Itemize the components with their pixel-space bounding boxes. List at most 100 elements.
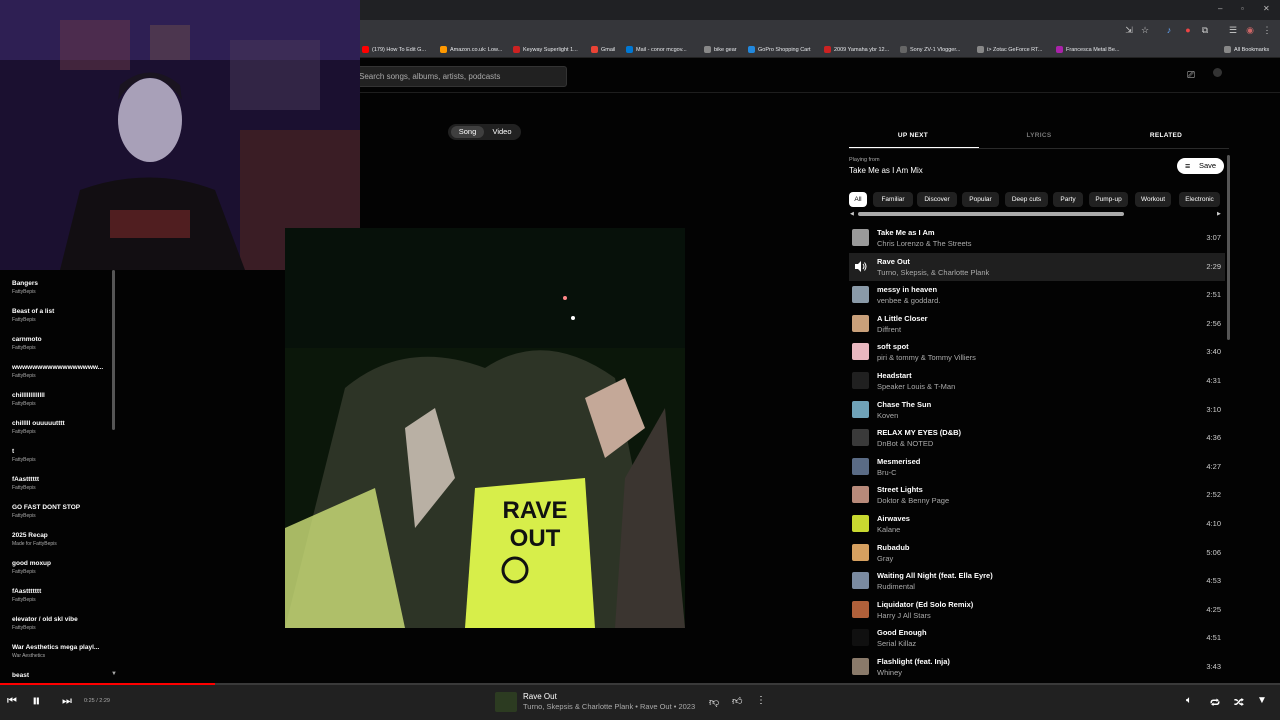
queue-row[interactable]: soft spot piri & tommy & Tommy Villiers 3:… — [849, 338, 1225, 366]
expand-player-icon[interactable]: ▼ — [1257, 695, 1267, 706]
kebab-menu-icon[interactable]: ⋮ — [1262, 25, 1272, 35]
bookmark-item[interactable]: All Bookmarks — [1224, 46, 1269, 53]
queue-row[interactable]: messy in heaven venbee & goddard. 2:51 — [849, 281, 1225, 309]
maximize-icon[interactable]: ▫ — [1241, 4, 1244, 13]
now-playing-title[interactable]: Rave Out — [523, 692, 557, 701]
tab-related[interactable]: RELATED — [1102, 132, 1230, 139]
sidebar-playlist-item[interactable]: wwwwwwwwwwwwwwwww... FattyBepis — [12, 364, 108, 379]
chip-workout[interactable]: Workout — [1135, 192, 1171, 207]
tab-up-next[interactable]: UP NEXT — [849, 132, 977, 139]
queue-artist[interactable]: Gray — [877, 554, 893, 563]
queue-row[interactable]: Good Enough Serial Killaz 4:51 — [849, 624, 1225, 652]
now-playing-meta[interactable]: Turno, Skepsis & Charlotte Plank • Rave … — [523, 702, 695, 711]
chip-popular[interactable]: Popular — [962, 192, 999, 207]
bookmark-item[interactable]: 2009 Yamaha ybr 12... — [824, 46, 889, 53]
cast-icon[interactable]: ⎚ — [1187, 70, 1195, 81]
toggle-song[interactable]: Song — [451, 126, 484, 138]
chips-scroll-right-icon[interactable]: ▶ — [1217, 211, 1221, 217]
sidebar-scroll-down-icon[interactable]: ▼ — [111, 671, 117, 677]
queue-artist[interactable]: Chris Lorenzo & The Streets — [877, 239, 972, 248]
previous-icon[interactable]: ⏮ — [7, 695, 17, 708]
avatar[interactable] — [1213, 68, 1222, 77]
profile-icon[interactable]: ◉ — [1245, 25, 1255, 35]
sidebar-playlist-item[interactable]: Bangers FattyBepis — [12, 280, 108, 295]
sidebar-playlist-item[interactable]: fAasttttttt FattyBepis — [12, 588, 108, 603]
queue-row[interactable]: Airwaves Kalane 4:10 — [849, 510, 1225, 538]
bookmark-item[interactable]: i> Zotac GeForce RT... — [977, 46, 1042, 53]
queue-artist[interactable]: Turno, Skepsis, & Charlotte Plank — [877, 268, 989, 277]
chips-scrollbar[interactable] — [858, 212, 1124, 216]
install-icon[interactable]: ⇲ — [1124, 25, 1134, 35]
queue-row[interactable]: Liquidator (Ed Solo Remix) Harry J All St… — [849, 596, 1225, 624]
bookmark-item[interactable]: GoPro Shopping Cart — [748, 46, 811, 53]
chip-electronic[interactable]: Electronic — [1179, 192, 1220, 207]
volume-icon[interactable]: 🔈︎ — [1186, 695, 1192, 706]
queue-artist[interactable]: Harry J All Stars — [877, 611, 931, 620]
sidebar-scrollbar[interactable] — [112, 270, 115, 430]
queue-artist[interactable]: Speaker Louis & T-Man — [877, 382, 955, 391]
queue-artist[interactable]: piri & tommy & Tommy Villiers — [877, 353, 976, 362]
bookmark-star-icon[interactable]: ☆ — [1140, 25, 1150, 35]
sidebar-playlist-item[interactable]: carnmoto FattyBepis — [12, 336, 108, 351]
save-button[interactable]: ≡ Save — [1177, 158, 1224, 174]
chip-all[interactable]: All — [849, 192, 867, 207]
queue-row[interactable]: Mesmerised Bru-C 4:27 — [849, 453, 1225, 481]
chip-familiar[interactable]: Familiar — [873, 192, 913, 207]
queue-row[interactable]: Headstart Speaker Louis & T-Man 4:31 — [849, 367, 1225, 395]
next-icon[interactable]: ⏭ — [62, 695, 72, 708]
bookmark-item[interactable]: (179) How To Edit G... — [362, 46, 426, 53]
sidebar-playlist-item[interactable]: 2025 Recap Made for FattyBepis — [12, 532, 108, 547]
extension-red-icon[interactable]: ● — [1183, 25, 1193, 35]
sidebar-playlist-item[interactable]: elevator / old skl vibe FattyBepis — [12, 616, 108, 631]
extensions-icon[interactable]: ⧉ — [1200, 25, 1210, 35]
queue-artist[interactable]: Doktor & Benny Page — [877, 496, 949, 505]
sidebar-playlist-item[interactable]: t FattyBepis — [12, 448, 108, 463]
queue-row[interactable]: Waiting All Night (feat. Ella Eyre) Rudim… — [849, 567, 1225, 595]
sidebar-playlist-item[interactable]: GO FAST DONT STOP FattyBepis — [12, 504, 108, 519]
dislike-icon[interactable]: 👎︎ — [709, 696, 719, 708]
close-window-icon[interactable]: ✕ — [1263, 4, 1270, 13]
shuffle-icon[interactable]: 🔀︎ — [1234, 695, 1244, 710]
queue-artist[interactable]: Whiney — [877, 668, 902, 677]
bookmark-item[interactable]: Gmail — [591, 46, 615, 53]
chip-party[interactable]: Party — [1053, 192, 1083, 207]
more-options-icon[interactable]: ⋮ — [756, 695, 766, 706]
sidebar-playlist-item[interactable]: chilllllllllllll FattyBepis — [12, 392, 108, 407]
queue-artist[interactable]: Serial Killaz — [877, 639, 916, 648]
now-playing-thumbnail[interactable] — [495, 692, 517, 712]
bookmark-item[interactable]: bike gear — [704, 46, 737, 53]
bookmark-item[interactable]: Francesca Metal Be... — [1056, 46, 1120, 53]
sidebar-playlist-item[interactable]: chilllll ouuuuutttt FattyBepis — [12, 420, 108, 435]
chips-scroll-left-icon[interactable]: ◀ — [850, 211, 854, 217]
queue-artist[interactable]: DnBot & NOTED — [877, 439, 933, 448]
queue-row[interactable]: RELAX MY EYES (D&B) DnBot & NOTED 4:36 — [849, 424, 1225, 452]
queue-row[interactable]: Flashlight (feat. Inja) Whiney 3:43 — [849, 653, 1225, 681]
sidebar-playlist-item[interactable]: fAastttttt FattyBepis — [12, 476, 108, 491]
bookmark-item[interactable]: Amazon.co.uk: Low... — [440, 46, 502, 53]
queue-artist[interactable]: Koven — [877, 411, 898, 420]
sidebar-playlist-item[interactable]: Beast of a list FattyBepis — [12, 308, 108, 323]
like-icon[interactable]: 👍︎ — [732, 695, 742, 707]
audio-icon[interactable]: ♪ — [1164, 25, 1174, 35]
queue-row[interactable]: Street Lights Doktor & Benny Page 2:52 — [849, 481, 1225, 509]
bookmark-item[interactable]: Sony ZV-1 Vlogger... — [900, 46, 960, 53]
repeat-icon[interactable]: 🔁︎ — [1210, 695, 1220, 710]
queue-artist[interactable]: Bru-C — [877, 468, 897, 477]
bookmark-item[interactable]: Mail - conor mcgov... — [626, 46, 687, 53]
queue-artist[interactable]: venbee & goddard. — [877, 296, 940, 305]
search-input[interactable]: Search songs, albums, artists, podcasts — [350, 66, 567, 87]
queue-row[interactable]: Rave Out Turno, Skepsis, & Charlotte Plan… — [849, 252, 1225, 281]
sidebar-playlist-item[interactable]: beast — [12, 672, 108, 681]
sidebar-playlist-item[interactable]: War Aesthetics mega playl... War Aestheti… — [12, 644, 108, 659]
chip-pump-up[interactable]: Pump-up — [1089, 192, 1128, 207]
sidebar-playlist-item[interactable]: good moxup FattyBepis — [12, 560, 108, 575]
minimize-icon[interactable]: – — [1218, 4, 1222, 13]
tab-lyrics[interactable]: LYRICS — [975, 132, 1103, 139]
menu-list-icon[interactable]: ☰ — [1228, 25, 1238, 35]
queue-scrollbar[interactable] — [1227, 155, 1230, 340]
queue-row[interactable]: Rubadub Gray 5:06 — [849, 539, 1225, 567]
bookmark-item[interactable]: Keyway Superlight 1... — [513, 46, 578, 53]
queue-row[interactable]: A Little Closer Diffrent 2:56 — [849, 310, 1225, 338]
chip-discover[interactable]: Discover — [917, 192, 957, 207]
queue-row[interactable]: Take Me as I Am Chris Lorenzo & The Stree… — [849, 224, 1225, 252]
